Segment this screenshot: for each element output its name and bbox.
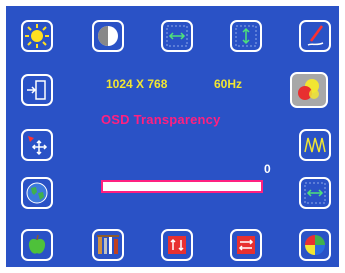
apple-icon — [28, 234, 46, 254]
contrast-button[interactable] — [92, 20, 124, 52]
h-position-button[interactable] — [161, 20, 193, 52]
osd-menu: 1024 X 768 60Hz OSD Transparency 0 — [6, 6, 339, 267]
pen-edit-button[interactable] — [299, 20, 331, 52]
flip-arrows-icon — [168, 236, 186, 254]
tools-icon — [97, 235, 119, 254]
h-size-icon — [304, 182, 326, 204]
swap-arrows-icon — [237, 236, 255, 254]
brightness-button[interactable] — [21, 20, 53, 52]
v-position-icon — [235, 25, 257, 47]
resolution-readout: 1024 X 768 — [106, 77, 168, 91]
osd-position-button[interactable] — [21, 129, 53, 161]
phase-button[interactable] — [299, 129, 331, 161]
exit-button[interactable] — [21, 74, 53, 106]
globe-language-icon — [26, 182, 48, 204]
menu-title: OSD Transparency — [101, 112, 221, 127]
flip-button[interactable] — [161, 229, 193, 261]
h-position-icon — [166, 25, 188, 47]
waveform-phase-icon — [304, 137, 326, 153]
transparency-value: 0 — [264, 162, 271, 176]
contrast-icon — [98, 26, 118, 46]
color-pie-button[interactable] — [299, 229, 331, 261]
refresh-rate-readout: 60Hz — [214, 77, 243, 91]
osd-position-icon — [28, 136, 48, 156]
swap-button[interactable] — [230, 229, 262, 261]
color-settings-button[interactable] — [290, 72, 328, 108]
color-pie-icon — [305, 235, 325, 255]
language-button[interactable] — [21, 177, 53, 209]
v-position-button[interactable] — [230, 20, 262, 52]
tools-button[interactable] — [92, 229, 124, 261]
exit-icon — [27, 80, 46, 100]
transparency-slider[interactable] — [101, 180, 263, 193]
h-size-button[interactable] — [299, 177, 331, 209]
color-circles-icon — [298, 79, 319, 100]
brightness-icon — [25, 24, 49, 48]
pen-edit-icon — [307, 25, 324, 46]
apple-button[interactable] — [21, 229, 53, 261]
